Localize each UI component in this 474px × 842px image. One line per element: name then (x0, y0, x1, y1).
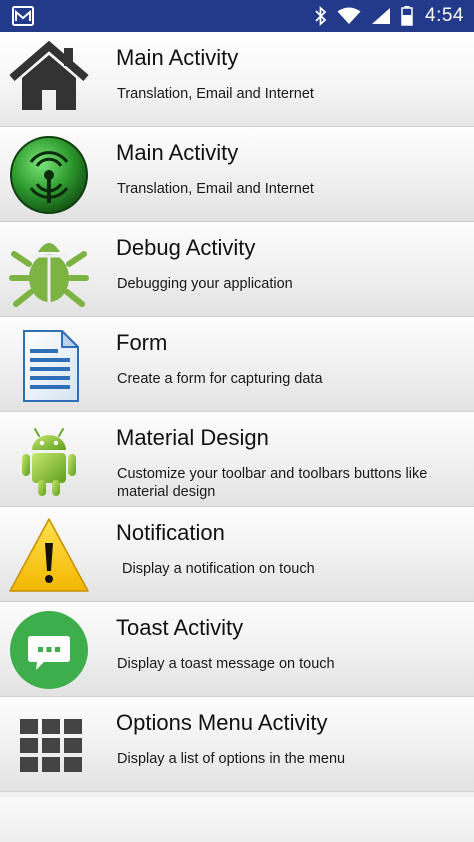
list-item-form[interactable]: Form Create a form for capturing data (0, 317, 474, 412)
item-title: Main Activity (116, 45, 239, 70)
item-subtitle: Customize your toolbar and toolbars butt… (117, 466, 428, 500)
app-screen: 4:54 Main Activity Translation, Email an… (0, 0, 474, 842)
battery-icon (401, 6, 413, 26)
activity-list: Main Activity Translation, Email and Int… (0, 32, 474, 792)
list-item-material-design[interactable]: Material Design Customize your toolbar a… (0, 412, 474, 507)
status-time: 4:54 (425, 5, 464, 26)
list-item-toast-activity[interactable]: Toast Activity Display a toast message o… (0, 602, 474, 697)
android-icon (22, 428, 76, 496)
item-title: Notification (116, 520, 225, 545)
grid-icon (20, 719, 82, 772)
list-item-main-activity[interactable]: Main Activity Translation, Email and Int… (0, 32, 474, 127)
item-title: Form (116, 330, 168, 355)
list-item-debug-activity[interactable]: Debug Activity Debugging your applicatio… (0, 222, 474, 317)
bluetooth-icon (315, 6, 327, 26)
item-subtitle: Display a notification on touch (122, 561, 315, 577)
status-bar: 4:54 (0, 0, 474, 32)
wireless-signal-icon (10, 136, 88, 214)
item-subtitle: Create a form for capturing data (117, 371, 323, 387)
status-icons: 4:54 (315, 0, 464, 32)
document-icon (23, 330, 79, 402)
item-subtitle: Debugging your application (117, 276, 293, 292)
mail-icon (12, 6, 34, 26)
item-subtitle: Display a toast message on touch (117, 656, 335, 672)
item-title: Options Menu Activity (116, 710, 328, 735)
list-item-main-activity-2[interactable]: Main Activity Translation, Email and Int… (0, 127, 474, 222)
item-subtitle: Display a list of options in the menu (117, 751, 346, 767)
bug-icon (9, 243, 89, 307)
list-item-empty (0, 797, 474, 842)
list-item-notification[interactable]: Notification Display a notification on t… (0, 507, 474, 602)
item-subtitle: Translation, Email and Internet (117, 181, 314, 197)
signal-icon (372, 8, 391, 24)
item-title: Toast Activity (116, 615, 244, 640)
item-title: Material Design (116, 425, 269, 450)
chat-bubble-icon (10, 611, 88, 689)
home-icon (9, 40, 89, 110)
item-subtitle: Translation, Email and Internet (117, 86, 314, 102)
item-title: Main Activity (116, 140, 239, 165)
list-item-options-menu-activity[interactable]: Options Menu Activity Display a list of … (0, 697, 474, 792)
warning-icon (9, 518, 89, 592)
item-title: Debug Activity (116, 235, 256, 260)
wifi-icon (337, 7, 361, 24)
